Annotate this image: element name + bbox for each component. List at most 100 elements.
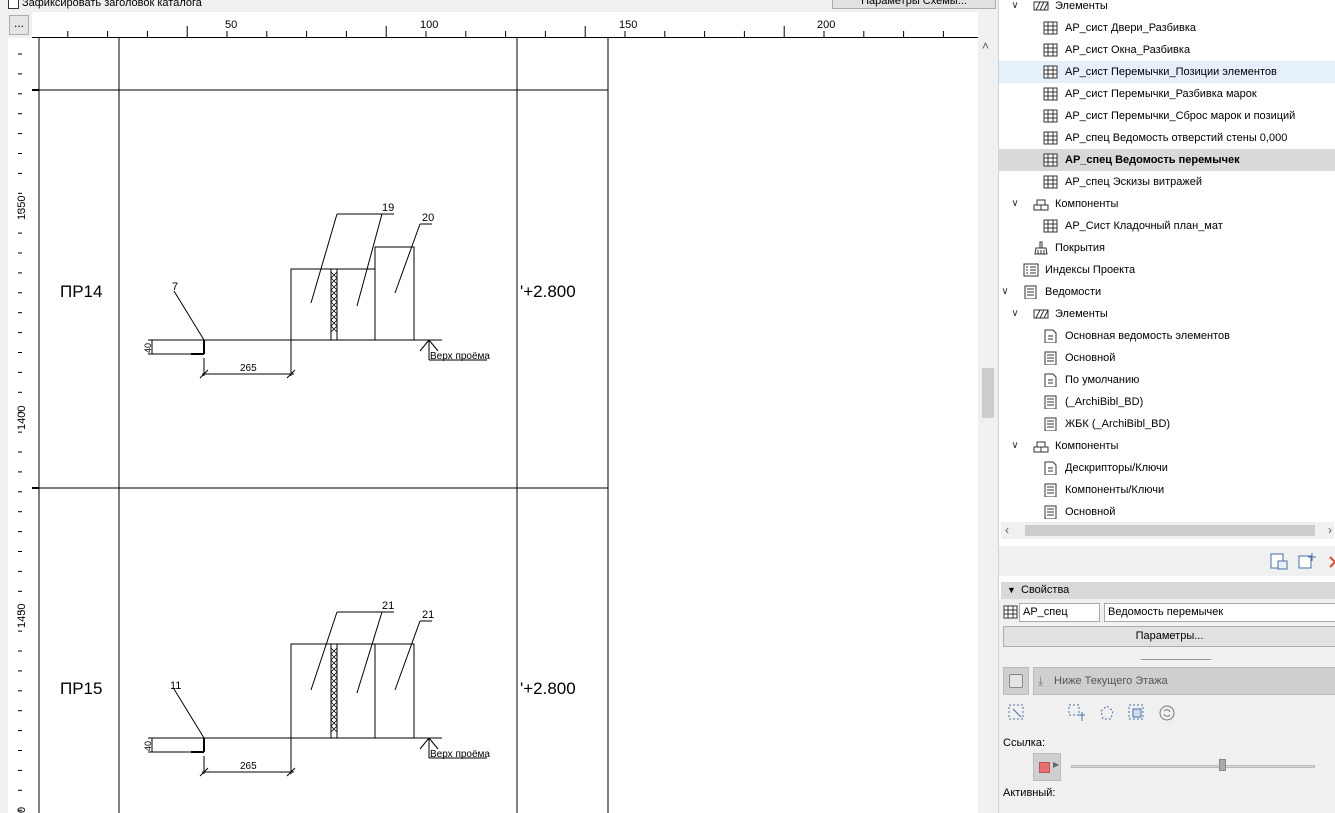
layout-editor-window: Зафиксировать заголовок каталога Парамет…: [0, 0, 1335, 813]
tree-item[interactable]: АР_спец Ведомость перемычек: [999, 149, 1335, 171]
tree-item-label: АР_сист Перемычки_Позиции элементов: [1065, 66, 1277, 78]
vertical-scrollbar[interactable]: ˄: [978, 38, 998, 813]
tree-item[interactable]: ЖБК (_ArchiBibl_BD): [999, 413, 1335, 435]
callout-label: 21: [382, 600, 394, 612]
tree-item[interactable]: АР_сист Перемычки_Сброс марок и позиций: [999, 105, 1335, 127]
link-pen-selector[interactable]: ▶: [1033, 753, 1061, 781]
divider: [1141, 659, 1211, 660]
tree-item[interactable]: АР_сист Перемычки_Позиции элементов: [999, 61, 1335, 83]
tree-item[interactable]: АР_спец Ведомость отверстий стены 0,000: [999, 127, 1335, 149]
ruler-options-button[interactable]: ...: [9, 15, 29, 35]
list-doc-icon: [1044, 505, 1057, 519]
new-view-icon[interactable]: [1269, 552, 1289, 570]
tree-item-label: Дескрипторы/Ключи: [1065, 462, 1168, 474]
tree-item[interactable]: ∨ Элементы: [999, 0, 1335, 17]
navigator-tree: ∨ Элементы АР_сист Двери_Разбивка АР_сист О…: [999, 0, 1335, 522]
leader-line: [173, 290, 205, 341]
tree-item[interactable]: Основной: [999, 347, 1335, 369]
hatch-icon: [1033, 1, 1049, 11]
view-id-field[interactable]: АР_спец: [1019, 603, 1100, 622]
level-arrow: [419, 339, 430, 352]
tree-item[interactable]: АР_сист Перемычки_Разбивка марок: [999, 83, 1335, 105]
ruler-label: 100: [420, 19, 439, 31]
delete-icon[interactable]: [1325, 552, 1335, 570]
level-mark: '+2.800: [520, 679, 576, 698]
clone-add-icon[interactable]: [1297, 552, 1317, 570]
doc-icon: [1044, 373, 1057, 387]
story-selector[interactable]: ⤓ Ниже Текущего Этажа: [1033, 667, 1335, 695]
tree-item[interactable]: АР_сист Окна_Разбивка: [999, 39, 1335, 61]
tree-item-label: АР_спец Ведомость перемычек: [1065, 154, 1240, 166]
chevron-down-icon[interactable]: ∨: [999, 281, 1011, 303]
table-icon: [1043, 21, 1058, 35]
horizontal-scrollbar[interactable]: ‹ ›: [1001, 522, 1334, 539]
tree-item[interactable]: Основной: [999, 501, 1335, 522]
tree-item[interactable]: Компоненты/Ключи: [999, 479, 1335, 501]
link-slider-track[interactable]: [1071, 765, 1315, 768]
scroll-left-arrow-icon[interactable]: ‹: [1005, 523, 1009, 537]
catalog-header-bar: Зафиксировать заголовок каталога Парамет…: [0, 0, 998, 12]
lintel-mark: ПР14: [60, 282, 102, 301]
level-mark: '+2.800: [520, 282, 576, 301]
frame-icon[interactable]: [1127, 703, 1147, 723]
brick-icon: [1033, 199, 1049, 211]
chevron-down-icon[interactable]: ∨: [1009, 193, 1021, 215]
tree-item[interactable]: (_ArchiBibl_BD): [999, 391, 1335, 413]
tree-item[interactable]: АР_спец Эскизы витражей: [999, 171, 1335, 193]
table-icon: [1043, 109, 1058, 123]
tree-item[interactable]: ∨ Компоненты: [999, 193, 1335, 215]
tree-item[interactable]: ∨ Ведомости: [999, 281, 1335, 303]
tree-item[interactable]: Основная ведомость элементов: [999, 325, 1335, 347]
tree-item[interactable]: ∨ Элементы: [999, 303, 1335, 325]
refresh-icon[interactable]: [1157, 703, 1177, 723]
tree-item-label: ЖБК (_ArchiBibl_BD): [1065, 418, 1171, 430]
tree-item[interactable]: По умолчанию: [999, 369, 1335, 391]
active-label: Активный:: [1003, 787, 1056, 799]
tree-item-label: Индексы Проекта: [1045, 264, 1136, 276]
resize-icon[interactable]: [1007, 703, 1027, 723]
scroll-right-arrow-icon[interactable]: ›: [1328, 523, 1332, 537]
schema-settings-button[interactable]: Параметры Схемы...: [832, 0, 996, 9]
collapse-triangle-icon[interactable]: ▼: [1007, 582, 1016, 599]
brick-icon: [1033, 441, 1049, 453]
tree-item[interactable]: АР_Сист Кладочный план_мат: [999, 215, 1335, 237]
polygon-icon[interactable]: [1097, 703, 1117, 723]
tree-item-label: Основной: [1065, 352, 1116, 364]
ruler-label: 50: [225, 19, 238, 31]
tree-item-label: По умолчанию: [1065, 374, 1140, 386]
lock-header-checkbox[interactable]: [8, 0, 19, 9]
tree-item-label: Основная ведомость элементов: [1065, 330, 1230, 342]
properties-header[interactable]: ▼ Свойства: [1001, 582, 1335, 599]
tree-item[interactable]: Покрытия: [999, 237, 1335, 259]
ruler-label: 200: [817, 19, 836, 31]
tree-item[interactable]: АР_сист Двери_Разбивка: [999, 17, 1335, 39]
horizontal-scroll-thumb[interactable]: [1025, 525, 1315, 536]
chevron-down-icon[interactable]: ∨: [1009, 435, 1021, 457]
list-doc-icon: [1044, 351, 1057, 365]
link-slider-knob[interactable]: [1219, 759, 1226, 771]
story-toggle-button[interactable]: [1003, 667, 1029, 695]
drawing-canvas[interactable]: ПР14 '+2.800 19 20 7 40 265 Верх проёма …: [32, 38, 978, 813]
lintel-block: [290, 643, 332, 739]
lock-header-label: Зафиксировать заголовок каталога: [22, 0, 202, 9]
tree-item[interactable]: ∨ Компоненты: [999, 435, 1335, 457]
view-name-field[interactable]: Ведомость перемычек: [1104, 603, 1335, 622]
ruler-label: 1400: [16, 406, 28, 430]
link-label: Ссылка:: [1003, 737, 1045, 749]
scroll-up-arrow-icon[interactable]: ˄: [982, 39, 989, 53]
chevron-down-icon[interactable]: ∨: [1009, 303, 1021, 325]
parameters-button[interactable]: Параметры...: [1003, 626, 1335, 647]
tree-item-label: Компоненты: [1055, 198, 1119, 210]
schedule-row-pr14[interactable]: ПР14 '+2.800 19 20 7 40 265 Верх проёма: [60, 202, 576, 379]
leader-line: [394, 620, 421, 691]
move-icon[interactable]: [1067, 703, 1087, 723]
vertical-scroll-thumb[interactable]: [982, 368, 994, 418]
lintel-block: [336, 268, 376, 341]
dimension-label: 40: [143, 741, 153, 751]
table-icon: [1043, 219, 1058, 233]
chevron-down-icon[interactable]: ∨: [1009, 0, 1021, 17]
schedule-row-pr15[interactable]: ПР15 '+2.800 21 21 11 40 265 Верх проёма: [60, 600, 576, 777]
tree-item[interactable]: Индексы Проекта: [999, 259, 1335, 281]
callout-label: 21: [422, 609, 434, 621]
tree-item[interactable]: Дескрипторы/Ключи: [999, 457, 1335, 479]
